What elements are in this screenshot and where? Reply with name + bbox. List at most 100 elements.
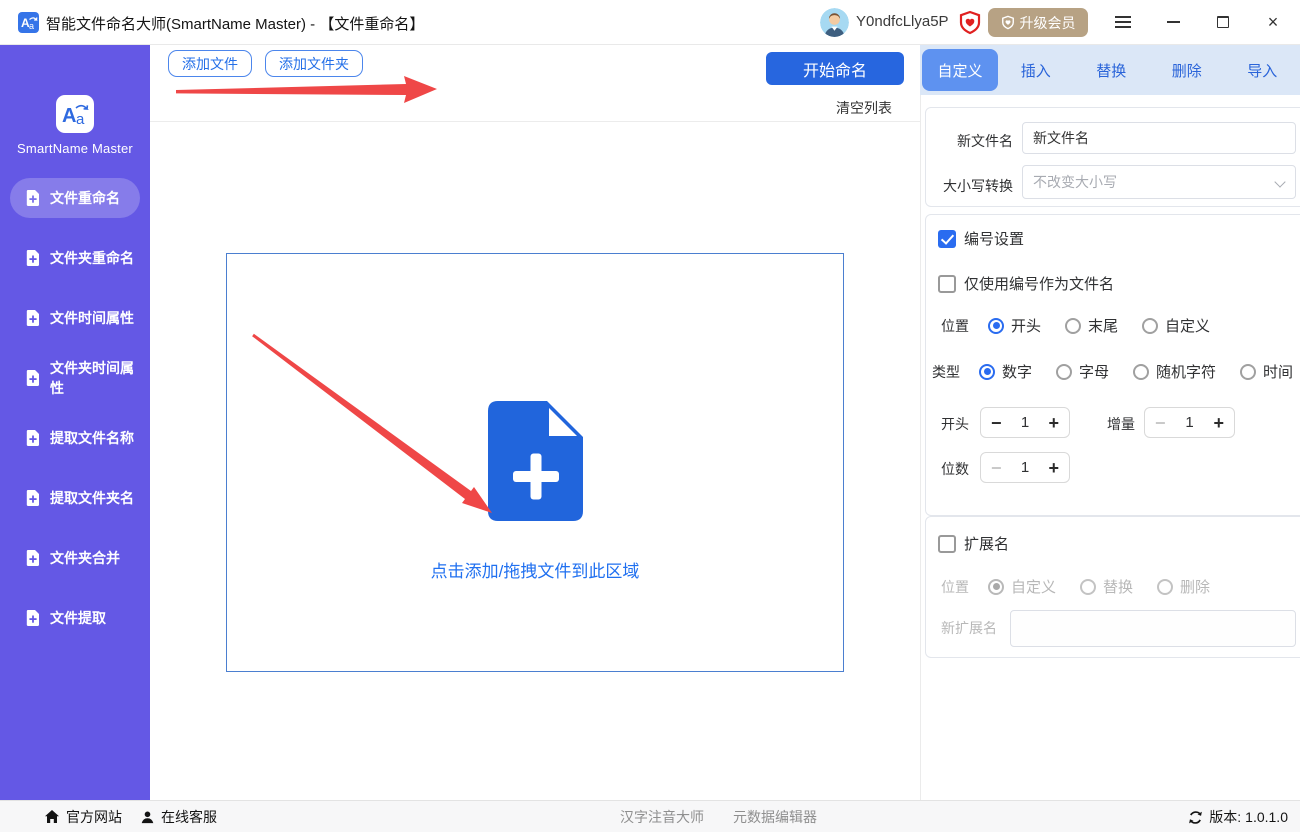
extension-label: 扩展名 — [964, 533, 1009, 554]
plus-button[interactable]: + — [1048, 414, 1059, 432]
radio-type-time[interactable]: 时间 — [1240, 361, 1293, 382]
menu-icon[interactable] — [1103, 0, 1143, 44]
window-title: 智能文件命名大师(SmartName Master) - 【文件重命名】 — [46, 13, 424, 34]
sidebar-item-folder-rename[interactable]: 文件夹重命名 — [10, 238, 140, 278]
digits-stepper: − 1 + — [980, 452, 1070, 483]
start-rename-button[interactable]: 开始命名 — [766, 52, 904, 85]
sidebar-item-folder-merge[interactable]: 文件夹合并 — [10, 538, 140, 578]
radio-selected-icon — [988, 318, 1004, 334]
minus-button[interactable]: − — [991, 414, 1002, 432]
minimize-button[interactable] — [1153, 0, 1193, 44]
file-plus-icon — [26, 430, 40, 446]
radio-type-letter[interactable]: 字母 — [1056, 361, 1109, 382]
increment-stepper: − 1 + — [1144, 407, 1235, 438]
brand-name: SmartName Master — [0, 141, 150, 156]
sidebar-item-extract-foldername[interactable]: 提取文件夹名 — [10, 478, 140, 518]
radio-ext-replace[interactable]: 替换 — [1080, 576, 1133, 597]
username-label[interactable]: Y0ndfcLlya5P — [856, 13, 949, 30]
sidebar-item-label: 文件提取 — [50, 608, 106, 628]
plus-button[interactable]: + — [1213, 414, 1224, 432]
file-plus-icon — [26, 190, 40, 206]
add-folder-button[interactable]: 添加文件夹 — [265, 50, 363, 77]
extension-checkbox[interactable]: 扩展名 — [938, 533, 1009, 554]
file-plus-icon — [26, 370, 40, 386]
official-website-link[interactable]: 官方网站 — [44, 801, 122, 833]
metadata-editor-link[interactable]: 元数据编辑器 — [733, 801, 817, 833]
svg-text:A: A — [62, 105, 76, 127]
add-file-button[interactable]: 添加文件 — [168, 50, 252, 77]
only-number-label: 仅使用编号作为文件名 — [964, 273, 1114, 294]
number-position-radio-group: 位置 开头 末尾 自定义 — [941, 315, 1210, 336]
close-button[interactable]: × — [1253, 0, 1293, 44]
sidebar-item-label: 文件夹合并 — [50, 548, 120, 568]
minus-button[interactable]: − — [1155, 414, 1166, 432]
sidebar-item-folder-time[interactable]: 文件夹时间属性 — [10, 358, 140, 398]
sidebar-item-file-rename[interactable]: 文件重命名 — [10, 178, 140, 218]
clear-list-button[interactable]: 清空列表 — [836, 98, 900, 118]
sidebar-item-label: 文件夹重命名 — [50, 248, 134, 268]
file-plus-icon — [26, 490, 40, 506]
vip-badge-icon[interactable] — [958, 10, 982, 35]
start-number-stepper: − 1 + — [980, 407, 1070, 438]
status-bar: 官方网站 在线客服 汉字注音大师 元数据编辑器 版本: 1.0.1.0 — [0, 800, 1300, 832]
upgrade-membership-button[interactable]: 升级会员 — [988, 8, 1088, 37]
digits-value: 1 — [1021, 459, 1029, 476]
sidebar-item-extract-filename[interactable]: 提取文件名称 — [10, 418, 140, 458]
radio-type-number[interactable]: 数字 — [979, 361, 1032, 382]
radio-position-custom[interactable]: 自定义 — [1142, 315, 1210, 336]
online-service-link[interactable]: 在线客服 — [140, 801, 217, 833]
person-icon — [140, 810, 155, 825]
radio-icon — [1133, 364, 1149, 380]
version-value: 1.0.1.0 — [1245, 809, 1288, 825]
tab-import[interactable]: 导入 — [1225, 60, 1300, 81]
file-plus-icon — [26, 250, 40, 266]
file-plus-icon — [26, 610, 40, 626]
version-info: 版本: 1.0.1.0 — [1188, 801, 1288, 833]
user-avatar[interactable] — [820, 8, 849, 37]
tab-insert[interactable]: 插入 — [998, 60, 1074, 81]
only-number-checkbox[interactable]: 仅使用编号作为文件名 — [938, 273, 1114, 294]
new-extension-input[interactable] — [1010, 610, 1296, 647]
refresh-icon[interactable] — [1188, 810, 1203, 825]
case-convert-value: 不改变大小写 — [1033, 172, 1117, 192]
pinyin-master-link[interactable]: 汉字注音大师 — [620, 801, 704, 833]
tab-custom[interactable]: 自定义 — [922, 49, 998, 91]
position-label: 位置 — [941, 316, 969, 336]
plus-button[interactable]: + — [1048, 459, 1059, 477]
radio-ext-custom[interactable]: 自定义 — [988, 576, 1056, 597]
radio-position-start[interactable]: 开头 — [988, 315, 1041, 336]
radio-type-random[interactable]: 随机字符 — [1133, 361, 1216, 382]
sidebar-item-file-extract[interactable]: 文件提取 — [10, 598, 140, 638]
app-icon: Aa — [18, 12, 39, 33]
add-document-icon — [488, 401, 583, 521]
file-plus-icon — [26, 550, 40, 566]
extension-position-radio-group: 位置 自定义 替换 删除 — [941, 576, 1210, 597]
radio-selected-icon — [979, 364, 995, 380]
radio-position-end[interactable]: 末尾 — [1065, 315, 1118, 336]
new-filename-label: 新文件名 — [920, 131, 1013, 151]
rename-mode-tabs: 自定义 插入 替换 删除 导入 — [920, 45, 1300, 95]
numbering-checkbox[interactable]: 编号设置 — [938, 228, 1024, 249]
increment-label: 增量 — [1107, 414, 1135, 434]
new-extension-label: 新扩展名 — [941, 618, 997, 638]
digits-label: 位数 — [941, 459, 969, 479]
version-label: 版本: — [1209, 807, 1241, 827]
radio-ext-delete[interactable]: 删除 — [1157, 576, 1210, 597]
tab-replace[interactable]: 替换 — [1074, 60, 1150, 81]
start-number-value: 1 — [1021, 414, 1029, 431]
checkbox-unchecked-icon — [938, 535, 956, 553]
number-type-radio-group: 类型 数字 字母 随机字符 时间 — [932, 361, 1293, 382]
tab-delete[interactable]: 删除 — [1149, 60, 1225, 81]
svg-text:a: a — [29, 21, 34, 31]
maximize-button[interactable] — [1203, 0, 1243, 44]
minus-button[interactable]: − — [991, 459, 1002, 477]
ext-position-label: 位置 — [941, 577, 969, 597]
sidebar-item-file-time[interactable]: 文件时间属性 — [10, 298, 140, 338]
checkbox-checked-icon — [938, 230, 956, 248]
sidebar: Aa SmartName Master 文件重命名 文件夹重命名 文件时间属性 … — [0, 45, 150, 800]
case-convert-select[interactable]: 不改变大小写 — [1022, 165, 1296, 199]
toolbar-divider — [150, 121, 920, 122]
new-filename-input[interactable] — [1022, 122, 1296, 154]
file-drop-zone[interactable]: 点击添加/拖拽文件到此区域 — [226, 253, 844, 672]
sidebar-item-label: 文件重命名 — [50, 188, 120, 208]
